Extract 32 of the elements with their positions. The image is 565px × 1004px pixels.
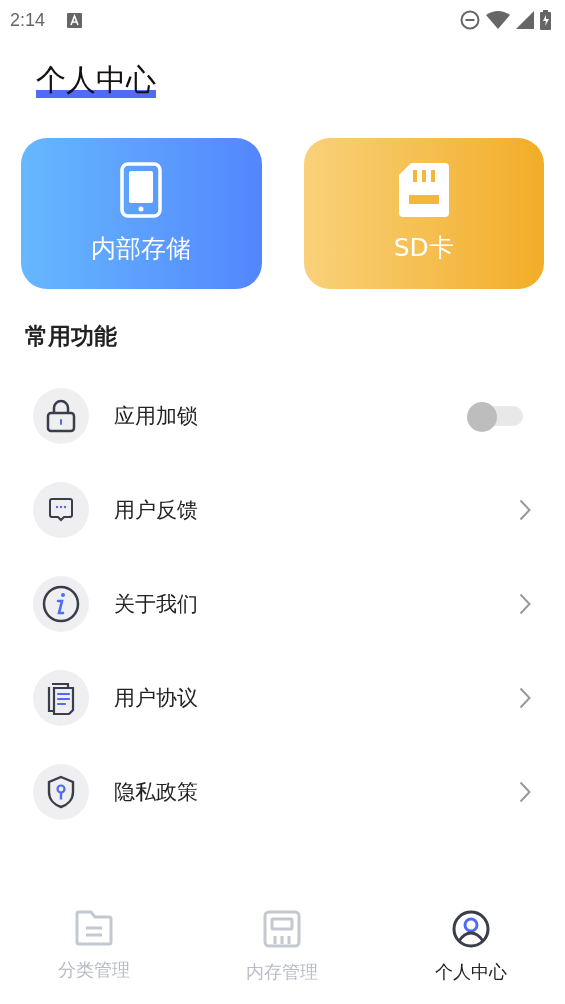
menu-item[interactable]: 隐私政策 — [0, 745, 565, 839]
document-icon — [46, 681, 76, 715]
user-icon — [451, 910, 490, 948]
status-time: 2:14 — [10, 9, 46, 31]
shield-icon — [46, 775, 76, 809]
page-title: 个人中心 — [36, 62, 156, 98]
tablet-icon — [120, 162, 163, 218]
menu-item[interactable]: 应用加锁 — [0, 369, 565, 463]
sd-card-icon — [398, 163, 449, 217]
folder-icon — [75, 910, 114, 946]
wifi-icon — [486, 11, 510, 29]
menu-item[interactable]: 用户反馈 — [0, 463, 565, 557]
info-icon — [42, 585, 80, 623]
memory-card-icon — [263, 910, 302, 948]
toggle-switch[interactable] — [467, 402, 523, 430]
menu-item[interactable]: 用户协议 — [0, 651, 565, 745]
chevron-right-icon — [519, 499, 531, 521]
signal-icon — [516, 11, 534, 29]
menu-item[interactable]: 关于我们 — [0, 557, 565, 651]
chevron-right-icon — [519, 781, 531, 803]
tab-label: 内存管理 — [246, 960, 319, 984]
chevron-right-icon — [519, 687, 531, 709]
battery-icon — [540, 10, 551, 30]
chevron-right-icon — [519, 593, 531, 615]
do-not-disturb-icon — [460, 10, 480, 30]
lock-icon — [46, 399, 76, 433]
tab-label: 分类管理 — [58, 958, 131, 982]
nav-tab[interactable]: 个人中心 — [376, 890, 565, 1004]
tab-label: 个人中心 — [434, 960, 507, 984]
keyboard-notification-icon — [67, 12, 83, 28]
chat-bubble-icon — [48, 497, 74, 523]
section-title: 常用功能 — [25, 322, 118, 351]
